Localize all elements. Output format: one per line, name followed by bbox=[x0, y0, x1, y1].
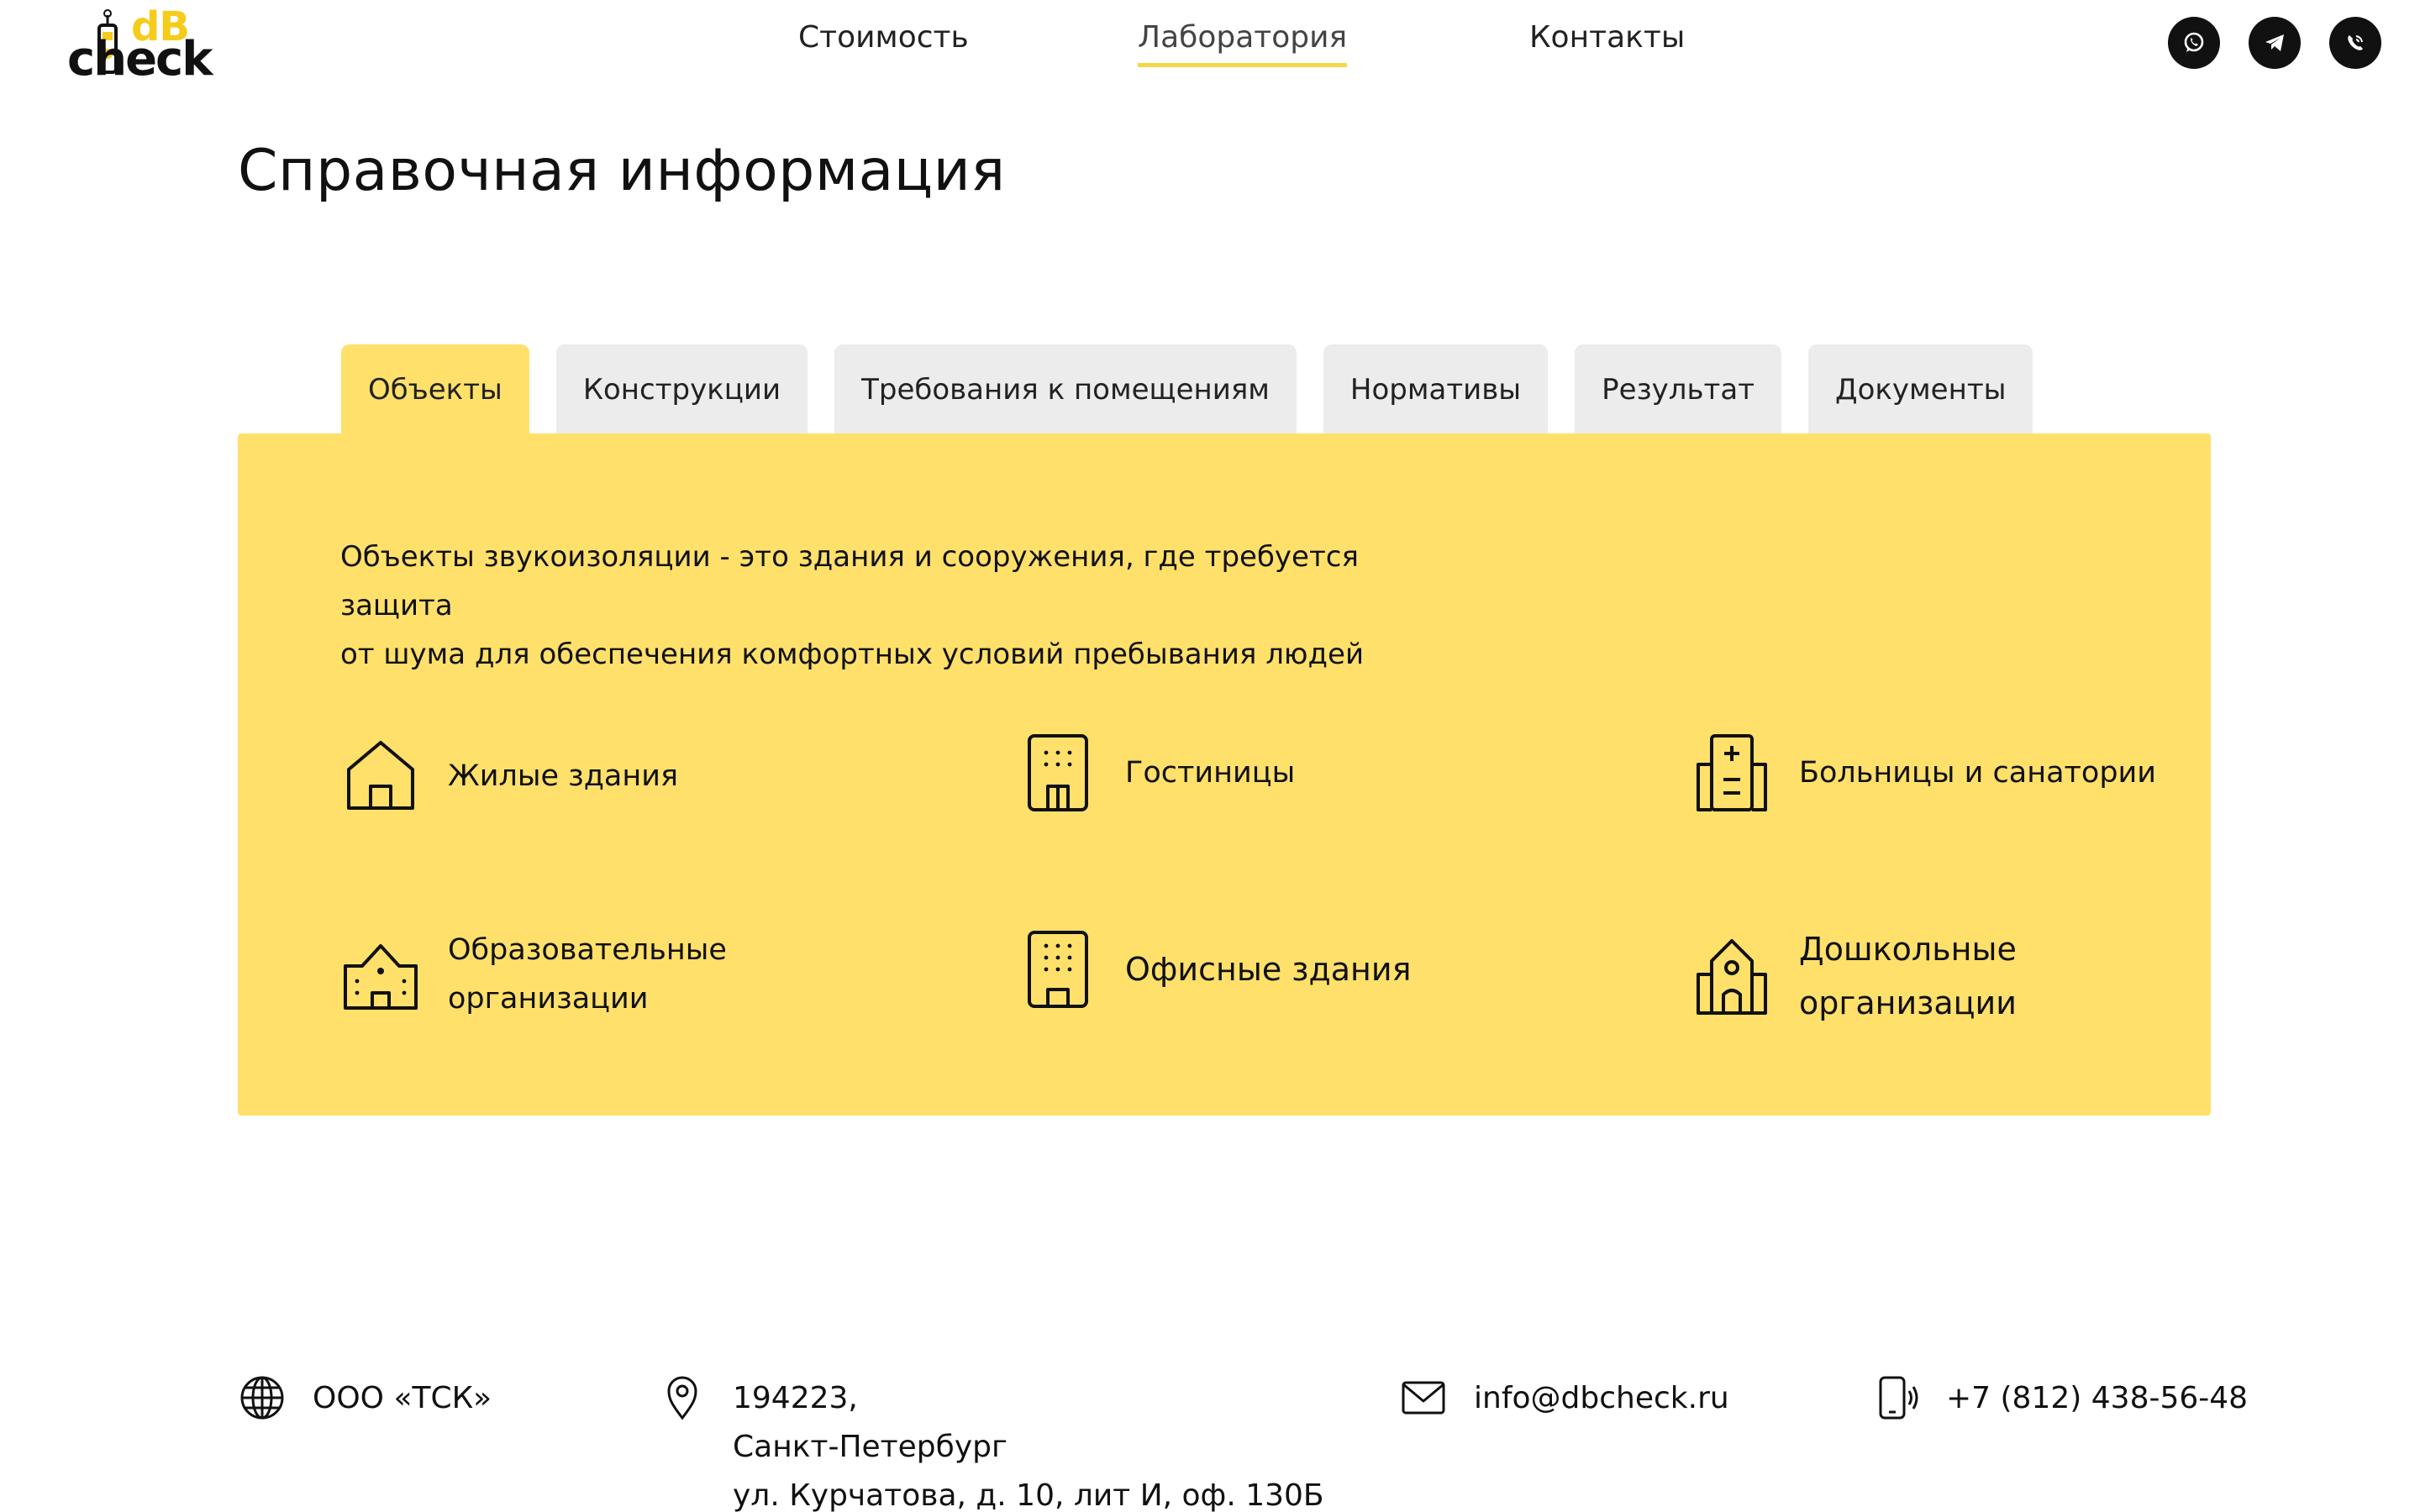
object-label-line-2: организации bbox=[1799, 984, 2017, 1021]
object-offices: Офисные здания bbox=[1018, 929, 1411, 1010]
location-pin-icon bbox=[659, 1374, 706, 1421]
page-title: Справочная информация bbox=[238, 138, 1006, 204]
object-kindergartens: Дошкольные организации bbox=[1691, 922, 2017, 1030]
phone-link[interactable]: +7 (812) 438-56-48 bbox=[1946, 1374, 2248, 1423]
main-nav: Стоимость Лаборатория Контакты bbox=[0, 20, 2420, 87]
tab-bar: Объекты Конструкции Требования к помещен… bbox=[341, 344, 2033, 435]
viber-icon bbox=[2348, 35, 2363, 50]
whatsapp-icon bbox=[2184, 32, 2204, 52]
object-label-line-2: организации bbox=[448, 982, 649, 1016]
telegram-icon bbox=[2265, 34, 2284, 51]
object-label-line-1: Образовательные bbox=[448, 933, 727, 967]
house-icon bbox=[340, 736, 421, 816]
footer-address: 194223, Санкт-Петербург ул. Курчатова, д… bbox=[659, 1374, 1324, 1512]
intro-line-1: Объекты звукоизоляции - это здания и соо… bbox=[340, 540, 1359, 622]
tab-constructions[interactable]: Конструкции bbox=[555, 344, 808, 435]
object-education: Образовательные организации bbox=[340, 926, 727, 1023]
mail-icon bbox=[1400, 1374, 1447, 1421]
email-link[interactable]: info@dbcheck.ru bbox=[1474, 1374, 1729, 1423]
tab-standards[interactable]: Нормативы bbox=[1323, 344, 1549, 435]
footer-phone[interactable]: +7 (812) 438-56-48 bbox=[1872, 1374, 2248, 1423]
globe-icon bbox=[239, 1374, 286, 1421]
objects-panel: Объекты звукоизоляции - это здания и соо… bbox=[238, 433, 2211, 1116]
hospital-icon bbox=[1691, 732, 1772, 813]
object-label: Офисные здания bbox=[1125, 951, 1412, 988]
object-label: Больницы и санатории bbox=[1799, 756, 2157, 790]
phone-icon bbox=[1872, 1374, 1919, 1421]
school-icon bbox=[340, 934, 421, 1015]
whatsapp-button[interactable] bbox=[2168, 17, 2220, 69]
footer-company: ООО «ТСК» bbox=[239, 1374, 492, 1423]
nav-item-price[interactable]: Стоимость bbox=[798, 20, 969, 63]
tab-result[interactable]: Результат bbox=[1575, 344, 1781, 435]
address-line-2: Санкт-Петербург bbox=[733, 1430, 1007, 1464]
tab-room-requirements[interactable]: Требования к помещениям bbox=[834, 344, 1297, 435]
object-residential: Жилые здания bbox=[340, 736, 678, 816]
object-label: Жилые здания bbox=[448, 759, 679, 793]
viber-button[interactable] bbox=[2329, 17, 2381, 69]
address: 194223, Санкт-Петербург ул. Курчатова, д… bbox=[733, 1374, 1324, 1512]
company-name: ООО «ТСК» bbox=[313, 1381, 492, 1415]
social-links bbox=[2168, 17, 2381, 69]
telegram-button[interactable] bbox=[2249, 17, 2301, 69]
nav-item-contacts[interactable]: Контакты bbox=[1529, 20, 1685, 63]
object-label: Образовательные организации bbox=[448, 926, 727, 1023]
object-hospitals: Больницы и санатории bbox=[1691, 732, 2156, 813]
object-hotels: Гостиницы bbox=[1018, 732, 1295, 813]
intro-text: Объекты звукоизоляции - это здания и соо… bbox=[340, 533, 1433, 679]
object-label: Дошкольные организации bbox=[1799, 922, 2017, 1030]
tab-documents[interactable]: Документы bbox=[1808, 344, 2033, 435]
office-icon bbox=[1018, 929, 1098, 1010]
hotel-icon bbox=[1018, 732, 1098, 813]
footer-email[interactable]: info@dbcheck.ru bbox=[1400, 1374, 1729, 1423]
object-label: Гостиницы bbox=[1125, 756, 1296, 790]
intro-line-2: от шума для обеспечения комфортных услов… bbox=[340, 638, 1365, 671]
object-label-line-1: Дошкольные bbox=[1799, 931, 2017, 968]
nav-item-laboratory[interactable]: Лаборатория bbox=[1138, 20, 1348, 67]
address-line-3: ул. Курчатова, д. 10, лит И, оф. 130Б bbox=[733, 1478, 1324, 1512]
kindergarten-icon bbox=[1691, 936, 1772, 1016]
tab-objects[interactable]: Объекты bbox=[341, 344, 529, 435]
address-line-1: 194223, bbox=[733, 1381, 858, 1415]
